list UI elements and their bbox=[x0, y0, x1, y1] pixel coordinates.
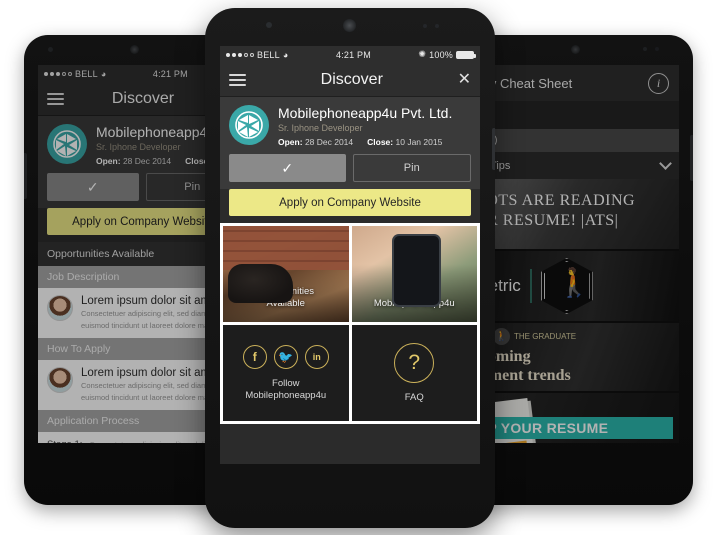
tile-opportunities-available[interactable]: Opportunities Available bbox=[223, 226, 349, 322]
power-button[interactable] bbox=[690, 135, 693, 181]
carrier-label: BELL bbox=[257, 49, 280, 60]
company-header: Mobilephoneapp4u Pvt. Ltd. Sr. Iphone De… bbox=[220, 97, 480, 147]
page-title: Discover bbox=[320, 70, 383, 88]
clock-label: 4:21 PM bbox=[152, 68, 188, 79]
social-icon-row: f 🐦 in bbox=[242, 344, 329, 369]
signal-strength-icon bbox=[44, 71, 72, 76]
hamburger-menu-icon[interactable] bbox=[47, 92, 64, 105]
company-name: Mobilephoneapp4u Pvt. Ltd. bbox=[278, 105, 453, 121]
graduate-walker-icon: 🚶 bbox=[540, 258, 593, 314]
divider bbox=[529, 269, 532, 303]
graduate-logo: 🚶 THE GRADUATE bbox=[493, 328, 576, 345]
tile-caption-line1: Follow bbox=[272, 377, 300, 389]
tile-about-company[interactable]: About Mobilephoneapp4u bbox=[351, 226, 477, 322]
tile-caption-line1: FAQ bbox=[404, 391, 424, 403]
front-camera-icon bbox=[266, 22, 272, 28]
action-row: ✓ Pin bbox=[220, 147, 480, 189]
question-mark-icon: ? bbox=[394, 342, 435, 383]
ribbon-graphic: UP YOUR RESUME bbox=[471, 417, 673, 439]
front-camera-icon bbox=[643, 47, 647, 51]
graduate-walker-icon: 🚶 bbox=[493, 328, 510, 345]
graduate-logo-text: THE GRADUATE bbox=[514, 332, 577, 341]
company-role: Sr. Iphone Developer bbox=[278, 123, 363, 133]
avatar bbox=[47, 367, 73, 393]
tile-caption-line1: Opportunities bbox=[257, 286, 314, 297]
stage-text: Consectetuer adipiscing elit, sed diam bbox=[89, 440, 215, 443]
facebook-icon[interactable]: f bbox=[242, 344, 267, 369]
wifi-icon: ◕ bbox=[282, 49, 289, 60]
close-icon[interactable]: ✕ bbox=[458, 71, 471, 88]
linkedin-icon[interactable]: in bbox=[304, 344, 329, 369]
battery-icon bbox=[456, 50, 476, 59]
check-button[interactable]: ✓ bbox=[229, 154, 346, 182]
right-nav-bar: My Cheat Sheet i bbox=[469, 65, 679, 101]
center-phone-screen: BELL ◕ 4:21 PM ✺ 100% Discover ✕ Mobilep… bbox=[220, 46, 480, 464]
earpiece-speaker bbox=[343, 19, 356, 32]
bluetooth-icon: ✺ bbox=[418, 49, 427, 59]
right-row-tips[interactable]: te Tips bbox=[469, 152, 679, 179]
tile-follow-social[interactable]: f 🐦 in Follow Mobilephoneapp4u bbox=[223, 325, 349, 421]
aperture-logo-icon bbox=[47, 124, 87, 164]
signal-strength-icon bbox=[226, 52, 254, 57]
left-check-button[interactable]: ✓ bbox=[47, 173, 139, 201]
close-date: 10 Jan 2015 bbox=[395, 137, 443, 147]
pin-button[interactable]: Pin bbox=[352, 154, 471, 182]
avatar bbox=[47, 295, 73, 321]
proximity-sensor bbox=[423, 24, 427, 28]
close-label: Close: bbox=[367, 137, 394, 147]
clock-label: 4:21 PM bbox=[335, 49, 371, 60]
chevron-down-icon bbox=[659, 157, 672, 170]
proximity-sensor bbox=[655, 47, 659, 51]
earpiece-speaker bbox=[130, 45, 139, 54]
right-row-modules[interactable]: le(s) bbox=[469, 129, 679, 152]
banner-ats-line1: OBOTS ARE READING bbox=[469, 192, 636, 209]
left-page-title: Discover bbox=[111, 89, 175, 107]
volume-button[interactable] bbox=[24, 153, 27, 199]
tile-grid: Opportunities Available About Mobilephon… bbox=[220, 223, 480, 424]
earpiece-speaker bbox=[571, 45, 580, 54]
apply-button[interactable]: Apply on Company Website bbox=[229, 189, 471, 216]
banner-psychometric[interactable]: ometric 🚶 bbox=[469, 251, 679, 323]
twitter-icon[interactable]: 🐦 bbox=[273, 344, 298, 369]
tile-caption-line2: Mobilephoneapp4u bbox=[373, 298, 455, 309]
wifi-icon: ◕ bbox=[100, 68, 107, 79]
center-nav-bar: Discover ✕ bbox=[220, 63, 480, 97]
aperture-logo-icon bbox=[229, 105, 269, 145]
battery-percent-label: 100% bbox=[429, 49, 453, 60]
banner-recruitment-trends[interactable]: 🚶 THE GRADUATE upcoming ruitment trends bbox=[469, 323, 679, 393]
right-phone-screen: My Cheat Sheet i le(s) te Tips OBOTS ARE… bbox=[469, 65, 679, 443]
tile-caption-line1: About bbox=[401, 286, 427, 297]
stage-label: Stage 1: bbox=[47, 439, 82, 443]
center-status-bar: BELL ◕ 4:21 PM ✺ 100% bbox=[220, 46, 480, 63]
tile-caption-line2: Mobilephoneapp4u bbox=[245, 389, 327, 401]
tile-faq[interactable]: ? FAQ bbox=[351, 325, 477, 421]
center-phone-device: BELL ◕ 4:21 PM ✺ 100% Discover ✕ Mobilep… bbox=[205, 8, 495, 528]
light-sensor bbox=[435, 24, 439, 28]
carrier-label: BELL bbox=[75, 68, 98, 79]
front-camera-icon bbox=[48, 47, 53, 52]
left-open-label: Open: bbox=[96, 156, 121, 166]
right-spacer bbox=[469, 101, 679, 129]
banner-up-your-resume[interactable]: UP YOUR RESUME quantify your statements! bbox=[469, 393, 679, 443]
power-button[interactable] bbox=[492, 128, 495, 170]
tile-caption-line2: Available bbox=[266, 298, 305, 309]
open-date: 28 Dec 2014 bbox=[304, 137, 354, 147]
banner-ats-line2: OUR RESUME! |ATS| bbox=[469, 212, 619, 229]
banner-ats[interactable]: OBOTS ARE READING OUR RESUME! |ATS| bbox=[469, 179, 679, 251]
hamburger-menu-icon[interactable] bbox=[229, 73, 246, 86]
left-open-date: 28 Dec 2014 bbox=[122, 156, 172, 166]
open-label: Open: bbox=[278, 137, 303, 147]
info-icon[interactable]: i bbox=[648, 72, 669, 94]
